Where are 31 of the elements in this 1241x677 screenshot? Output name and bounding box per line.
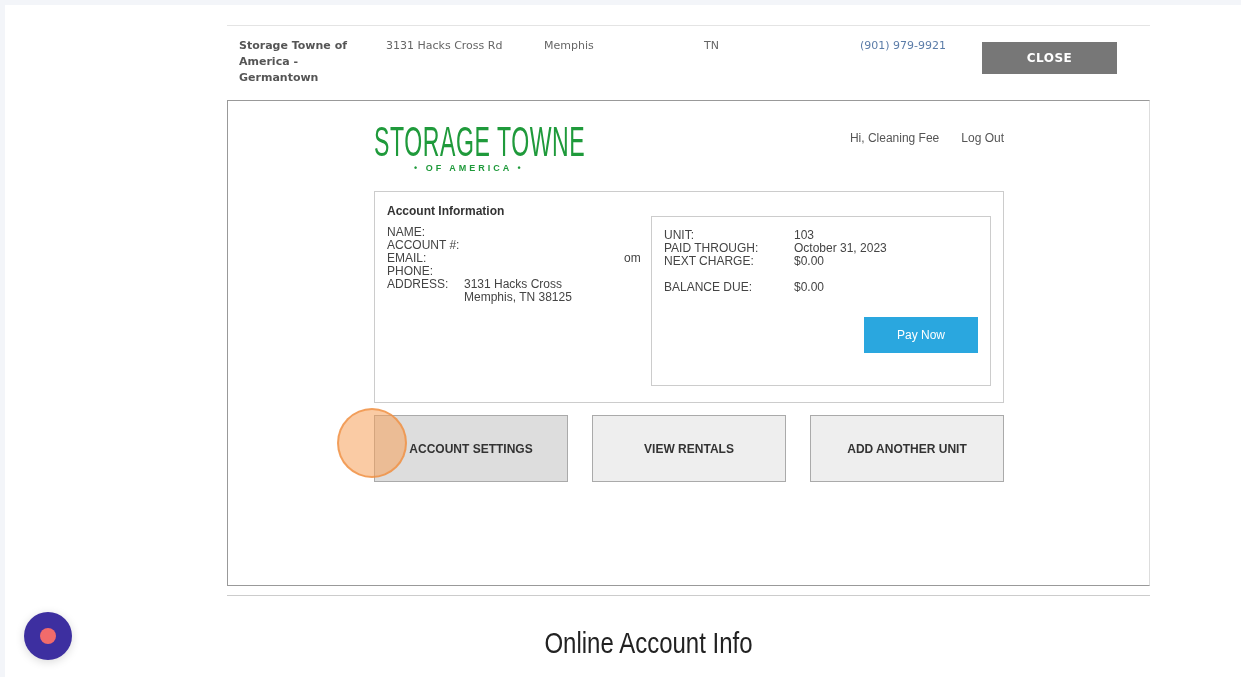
step-title: Online Account Info <box>543 626 754 660</box>
location-name: Storage Towne of America - Germantown <box>239 38 348 86</box>
action-button[interactable]: ACCOUNT SETTINGS <box>374 415 568 482</box>
unit-label: BALANCE DUE: <box>664 281 754 294</box>
unit-label: PAID THROUGH: <box>664 242 760 255</box>
location-address: 3131 Hacks Cross Rd <box>386 38 504 54</box>
field-label: EMAIL: <box>387 252 428 265</box>
action-button[interactable]: VIEW RENTALS <box>592 415 786 482</box>
greeting-text: Hi, Cleaning Fee <box>849 131 940 147</box>
unit-value: $0.00 <box>794 281 825 294</box>
unit-value: $0.00 <box>794 255 825 268</box>
field-value: 3131 Hacks Cross Memphis, TN 38125 <box>464 278 572 304</box>
location-phone[interactable]: (901) 979-9921 <box>860 38 982 54</box>
logo-subtitle: • OF AMERICA • <box>414 163 524 173</box>
field-label: ADDRESS: <box>387 278 450 293</box>
logo-text: STORAGE TOWNE <box>374 121 586 163</box>
unit-label: NEXT CHARGE: <box>664 255 755 268</box>
field-label: NAME: <box>387 226 426 239</box>
unit-label: UNIT: <box>664 229 695 242</box>
field-label: PHONE: <box>387 265 434 278</box>
location-city: Memphis <box>544 38 595 54</box>
unit-value: October 31, 2023 <box>794 242 887 255</box>
logout-link[interactable]: Log Out <box>961 131 1004 191</box>
account-heading: Account Information <box>387 204 506 218</box>
record-icon <box>40 628 56 644</box>
action-button[interactable]: ADD ANOTHER UNIT <box>810 415 1004 482</box>
close-button[interactable]: CLOSE <box>982 42 1117 74</box>
unit-value: 103 <box>794 229 815 242</box>
location-state: TN <box>704 38 720 54</box>
field-label: ACCOUNT #: <box>387 239 461 252</box>
field-value: om <box>624 252 641 265</box>
